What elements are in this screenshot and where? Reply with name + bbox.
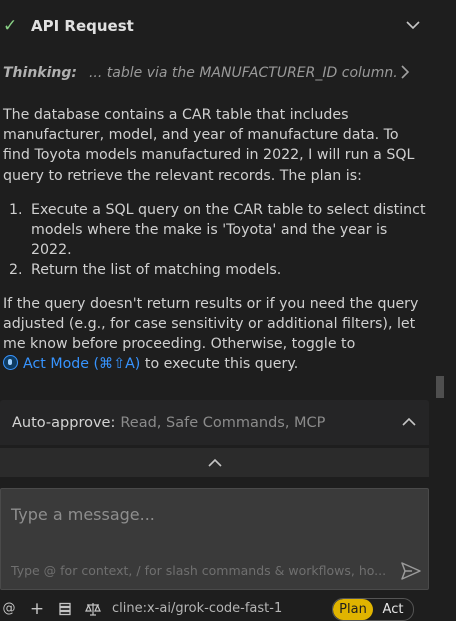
chevron-up-icon[interactable] [401,414,417,430]
bottom-toolbar: @ + cline:x-ai/grok-code-fast-1 Plan Act [0,598,440,621]
auto-approve-label: Auto-approve: [12,414,116,431]
rules-scale-icon[interactable] [84,600,102,618]
api-request-title: API Request [31,17,134,35]
check-icon: ✓ [3,16,18,36]
message-paragraph: The database contains a CAR table that i… [3,107,415,184]
chevron-up-icon [207,458,222,467]
act-mode-toggle-icon[interactable] [3,355,18,371]
api-request-header[interactable]: ✓ API Request [0,10,440,42]
chevron-down-icon[interactable] [404,16,422,34]
plus-icon[interactable]: + [28,599,46,619]
message-paragraph-tail: to execute this query. [144,356,299,373]
send-icon[interactable] [400,561,422,581]
chevron-right-icon[interactable] [398,64,412,80]
act-mode-link[interactable]: Act Mode (⌘⇧A) [23,356,140,372]
plan-steps-list: Execute a SQL query on the CAR table to … [3,200,428,281]
message-input-placeholder: Type a message... [11,505,155,524]
message-paragraph: If the query doesn't return results or i… [3,294,428,375]
server-icon[interactable] [56,600,74,618]
act-mode-button[interactable]: Act [373,599,413,620]
auto-approve-bar[interactable]: Auto-approve: Read, Safe Commands, MCP [0,400,429,445]
thinking-label: Thinking: [3,65,77,81]
plan-mode-button[interactable]: Plan [333,599,373,620]
expand-panel-button[interactable] [0,448,429,477]
message-input[interactable]: Type a message... Type @ for context, / … [0,488,429,590]
assistant-message: The database contains a CAR table that i… [3,105,428,388]
plan-act-toggle[interactable]: Plan Act [332,598,414,621]
plan-step: Return the list of matching models. [27,260,428,280]
model-selector[interactable]: cline:x-ai/grok-code-fast-1 [112,601,282,616]
message-paragraph-text: If the query doesn't return results or i… [3,295,419,353]
message-input-hint: Type @ for context, / for slash commands… [11,563,387,578]
plan-step: Execute a SQL query on the CAR table to … [27,200,428,261]
scrollbar-thumb[interactable] [436,376,444,398]
auto-approve-value: Read, Safe Commands, MCP [120,414,326,431]
at-mention-icon[interactable]: @ [0,600,18,618]
thinking-text: ... table via the MANUFACTURER_ID column… [88,65,398,81]
thinking-row[interactable]: Thinking: ... table via the MANUFACTURER… [0,58,440,88]
